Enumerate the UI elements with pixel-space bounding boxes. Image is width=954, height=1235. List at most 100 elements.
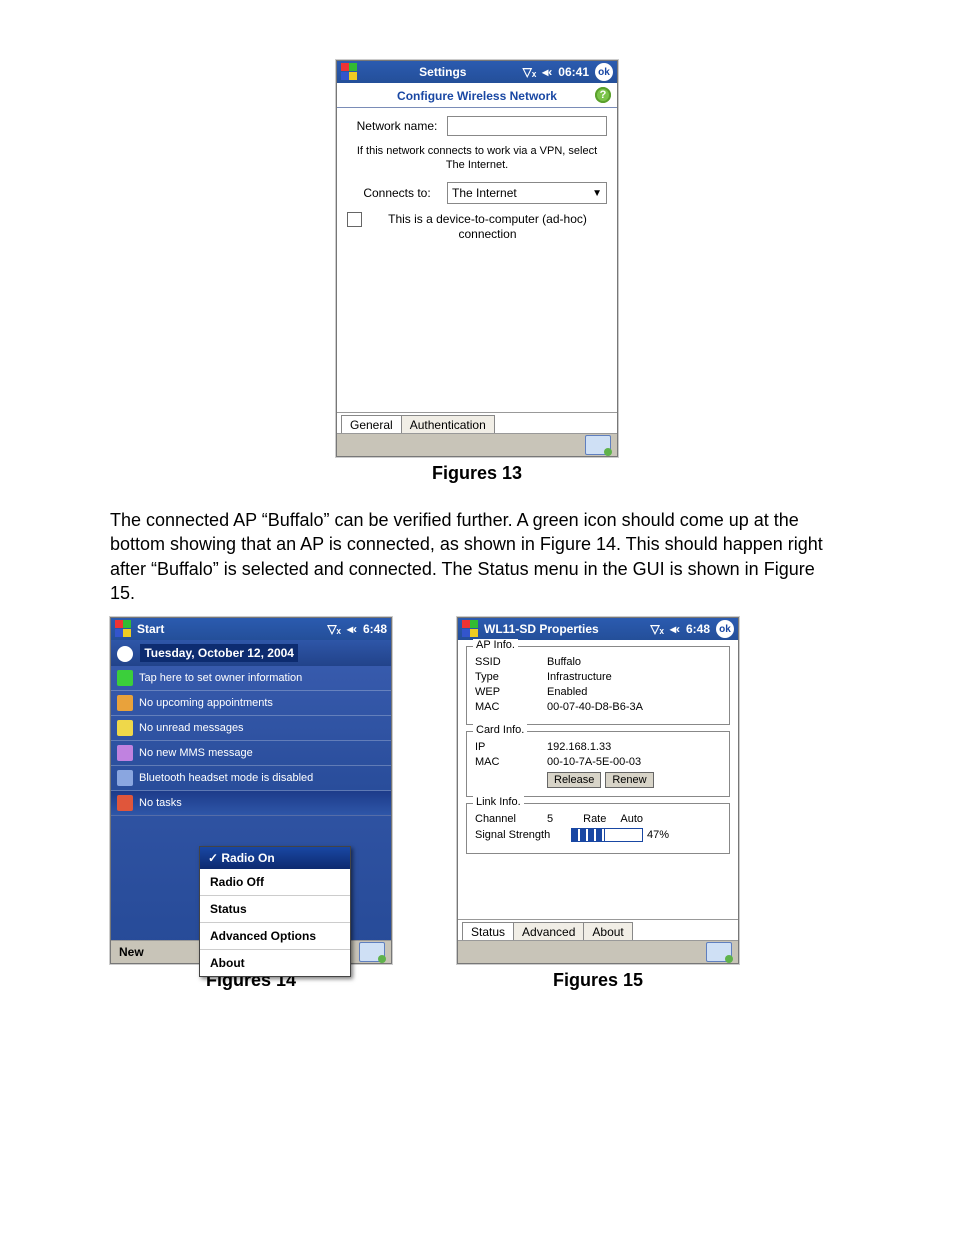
owner-icon — [117, 670, 133, 686]
today-item-label: No upcoming appointments — [139, 697, 273, 709]
today-item-label: Tap here to set owner information — [139, 672, 302, 684]
keyboard-icon[interactable] — [359, 942, 385, 962]
start-icon[interactable] — [462, 620, 480, 638]
popup-item-radio-off[interactable]: Radio Off — [200, 869, 350, 896]
radio-popup-menu: ✓ Radio On Radio Off Status Advanced Opt… — [199, 846, 351, 977]
tab-general[interactable]: General — [341, 415, 402, 434]
figure15-caption: Figures 15 — [457, 970, 739, 991]
today-date: Tuesday, October 12, 2004 — [140, 644, 298, 662]
ok-button[interactable]: ok — [716, 620, 734, 638]
clock: 06:41 — [558, 65, 589, 79]
popup-item-advanced[interactable]: Advanced Options — [200, 923, 350, 950]
sip-bar — [458, 940, 738, 963]
screenshot-fig13: Settings ▽ₓ ◂‹ 06:41 ok Configure Wirele… — [336, 60, 618, 457]
channel-label: Channel — [475, 813, 547, 825]
app-title: Settings — [363, 65, 523, 79]
connects-to-value: The Internet — [452, 186, 517, 200]
today-item-label: Bluetooth headset mode is disabled — [139, 772, 313, 784]
volume-icon[interactable]: ◂‹ — [670, 622, 680, 636]
cardmac-label: MAC — [475, 756, 547, 768]
today-item[interactable]: Tap here to set owner information — [111, 666, 391, 691]
network-name-input[interactable] — [447, 116, 607, 136]
rate-label: Rate — [583, 813, 606, 825]
keyboard-icon[interactable] — [706, 942, 732, 962]
today-item-label: No unread messages — [139, 722, 244, 734]
network-name-label: Network name: — [347, 119, 447, 133]
clock: 6:48 — [686, 622, 710, 636]
signal-percent: 47% — [647, 829, 669, 841]
tab-about[interactable]: About — [584, 922, 632, 941]
volume-icon[interactable]: ◂‹ — [542, 65, 552, 79]
renew-button[interactable]: Renew — [605, 772, 653, 788]
rate-value: Auto — [620, 813, 643, 825]
sip-bar — [337, 433, 617, 456]
figure13-caption: Figures 13 — [110, 463, 844, 484]
clock-icon — [117, 646, 133, 662]
adhoc-label: This is a device-to-computer (ad-hoc) co… — [368, 212, 607, 242]
chevron-down-icon: ▼ — [592, 188, 602, 199]
today-item-label: No tasks — [139, 797, 182, 809]
new-button[interactable]: New — [119, 945, 144, 959]
app-title: WL11-SD Properties — [484, 622, 650, 636]
channel-value: 5 — [547, 813, 553, 825]
link-info-legend: Link Info. — [473, 796, 524, 808]
ip-value: 192.168.1.33 — [547, 741, 611, 753]
connects-to-select[interactable]: The Internet ▼ — [447, 182, 607, 204]
signal-icon[interactable]: ▽ₓ — [327, 622, 341, 636]
mail-icon — [117, 720, 133, 736]
help-icon[interactable]: ? — [595, 87, 611, 103]
today-item[interactable]: No upcoming appointments — [111, 691, 391, 716]
clock: 6:48 — [363, 622, 387, 636]
connects-to-label: Connects to: — [347, 186, 447, 200]
body-paragraph: The connected AP “Buffalo” can be verifi… — [110, 508, 844, 605]
signal-label: Signal Strength — [475, 829, 567, 841]
volume-icon[interactable]: ◂‹ — [347, 622, 357, 636]
today-item-label: No new MMS message — [139, 747, 253, 759]
today-date-row[interactable]: Tuesday, October 12, 2004 — [111, 640, 391, 666]
link-info-group: Link Info. Channel 5 Rate Auto Signal St… — [466, 803, 730, 854]
signal-bar — [571, 828, 643, 842]
today-item[interactable]: No new MMS message — [111, 741, 391, 766]
tasks-icon — [117, 795, 133, 811]
ip-label: IP — [475, 741, 547, 753]
tab-strip: General Authentication — [337, 412, 617, 434]
wep-value: Enabled — [547, 686, 587, 698]
ssid-value: Buffalo — [547, 656, 581, 668]
app-title: Start — [137, 622, 327, 636]
today-item[interactable]: No unread messages — [111, 716, 391, 741]
tab-status[interactable]: Status — [462, 922, 514, 941]
adhoc-checkbox[interactable] — [347, 212, 362, 227]
ap-info-legend: AP Info. — [473, 639, 518, 651]
type-value: Infrastructure — [547, 671, 612, 683]
titlebar: Settings ▽ₓ ◂‹ 06:41 ok — [337, 61, 617, 83]
popup-header[interactable]: ✓ Radio On — [200, 847, 350, 869]
section-header: Configure Wireless Network ? — [337, 83, 617, 108]
release-button[interactable]: Release — [547, 772, 601, 788]
popup-item-status[interactable]: Status — [200, 896, 350, 923]
popup-item-about[interactable]: About — [200, 950, 350, 976]
keyboard-icon[interactable] — [585, 435, 611, 455]
ok-button[interactable]: ok — [595, 63, 613, 81]
card-info-legend: Card Info. — [473, 724, 527, 736]
start-icon[interactable] — [115, 620, 133, 638]
today-item[interactable]: Bluetooth headset mode is disabled — [111, 766, 391, 791]
titlebar: WL11-SD Properties ▽ₓ ◂‹ 6:48 ok — [458, 618, 738, 640]
start-icon[interactable] — [341, 63, 359, 81]
cardmac-value: 00-10-7A-5E-00-03 — [547, 756, 641, 768]
signal-icon[interactable]: ▽ₓ — [650, 622, 664, 636]
ap-info-group: AP Info. SSIDBuffalo TypeInfrastructure … — [466, 646, 730, 725]
signal-icon[interactable]: ▽ₓ — [523, 65, 537, 79]
card-info-group: Card Info. IP192.168.1.33 MAC00-10-7A-5E… — [466, 731, 730, 797]
tab-advanced[interactable]: Advanced — [514, 922, 584, 941]
tab-strip: Status Advanced About — [458, 919, 738, 941]
apmac-label: MAC — [475, 701, 547, 713]
section-header-label: Configure Wireless Network — [397, 89, 557, 103]
type-label: Type — [475, 671, 547, 683]
ssid-label: SSID — [475, 656, 547, 668]
tab-authentication[interactable]: Authentication — [402, 415, 495, 434]
mms-icon — [117, 745, 133, 761]
bluetooth-icon — [117, 770, 133, 786]
titlebar: Start ▽ₓ ◂‹ 6:48 — [111, 618, 391, 640]
calendar-icon — [117, 695, 133, 711]
today-item-tasks[interactable]: No tasks — [111, 791, 391, 816]
